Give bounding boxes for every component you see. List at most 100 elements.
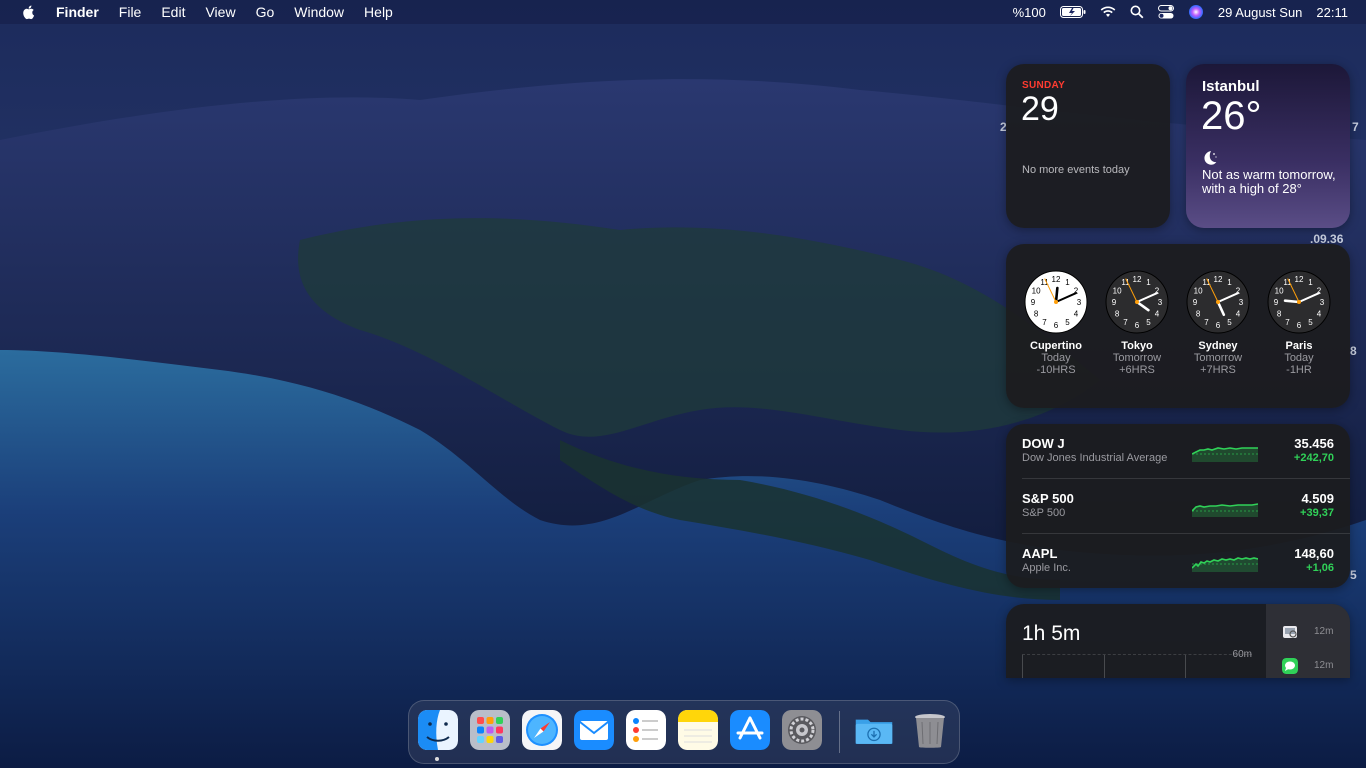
clock-numeral: 8 xyxy=(1277,310,1282,319)
calendar-events-text: No more events today xyxy=(1022,164,1130,176)
clock-numeral: 4 xyxy=(1236,310,1241,319)
clock-city: Paris xyxy=(1285,340,1313,352)
screen-time-widget[interactable]: 1h 5m 60m 12m 12m xyxy=(1006,604,1350,678)
safari-icon[interactable] xyxy=(522,710,562,750)
clock-face-icon: 1234567891011 12 xyxy=(1024,270,1088,334)
stock-sparkline xyxy=(1192,557,1258,572)
clock-face-icon: 1234567891011 12 xyxy=(1105,270,1169,334)
menubar-time[interactable]: 22:11 xyxy=(1316,5,1348,20)
clock-numeral: 4 xyxy=(1155,310,1160,319)
clock-hour-hand xyxy=(1054,286,1059,304)
app-store-icon[interactable] xyxy=(730,710,770,750)
menu-view[interactable]: View xyxy=(205,4,235,20)
stock-name: Dow Jones Industrial Average xyxy=(1022,452,1168,464)
clock-face-icon: 1234567891011 12 xyxy=(1267,270,1331,334)
running-indicator xyxy=(435,757,439,761)
stock-row[interactable]: AAPL Apple Inc. 148,60 +1,06 xyxy=(1006,534,1350,588)
clock-numeral: 9 xyxy=(1274,298,1279,307)
clock-numeral: 1 xyxy=(1227,278,1232,287)
wifi-icon[interactable] xyxy=(1100,6,1116,18)
chart-gridline xyxy=(1185,655,1186,678)
clock-numeral: 5 xyxy=(1065,318,1070,327)
launchpad-icon[interactable] xyxy=(470,710,510,750)
trash-icon[interactable] xyxy=(910,710,950,750)
clock-numeral: 1 xyxy=(1146,278,1151,287)
clock-numeral: 6 xyxy=(1297,321,1302,330)
stock-sparkline xyxy=(1192,447,1258,462)
menubar-date[interactable]: 29 August Sun xyxy=(1218,5,1303,20)
clock-numeral: 7 xyxy=(1204,318,1209,327)
clock-numeral: 1 xyxy=(1065,278,1070,287)
menu-go[interactable]: Go xyxy=(256,4,275,20)
battery-percent[interactable]: %100 xyxy=(1013,5,1046,20)
hidden-widget-edge-text: 5 xyxy=(1350,568,1357,582)
finder-icon[interactable] xyxy=(418,710,458,750)
clock-day: Today xyxy=(1284,352,1314,364)
clock-numeral: 9 xyxy=(1112,298,1117,307)
system-preferences-icon[interactable] xyxy=(782,710,822,750)
calendar-date: 29 xyxy=(1021,90,1059,128)
screen-time-app-row: 12m xyxy=(1282,658,1350,674)
stock-row[interactable]: DOW J Dow Jones Industrial Average 35.45… xyxy=(1006,424,1350,478)
stock-name: S&P 500 xyxy=(1022,507,1066,519)
notes-icon[interactable] xyxy=(678,710,718,750)
clock-center xyxy=(1297,300,1301,304)
spotlight-search-icon[interactable] xyxy=(1130,5,1144,19)
menu-file[interactable]: File xyxy=(119,4,142,20)
apple-menu-icon[interactable] xyxy=(20,3,38,21)
clock-numeral: 6 xyxy=(1135,321,1140,330)
chart-axis-label: 60m xyxy=(1232,649,1252,660)
menu-finder[interactable]: Finder xyxy=(56,4,99,20)
clock-center xyxy=(1054,300,1058,304)
clock-numeral: 8 xyxy=(1115,310,1120,319)
siri-icon[interactable] xyxy=(1188,4,1204,20)
menu-bar: Finder File Edit View Go Window Help %10… xyxy=(0,0,1366,24)
clock-numeral: 6 xyxy=(1216,321,1221,330)
dock-separator xyxy=(839,711,840,753)
clock-numeral: 12 xyxy=(1133,275,1142,284)
battery-icon[interactable] xyxy=(1059,6,1086,18)
clock-numeral: 10 xyxy=(1113,287,1122,296)
clock-numeral: 7 xyxy=(1285,318,1290,327)
dock xyxy=(408,700,960,764)
weather-widget[interactable]: Istanbul 26° Not as warm tomorrow, with … xyxy=(1186,64,1350,228)
stock-price: 4.509 xyxy=(1301,491,1334,506)
world-clock-widget[interactable]: 1 2 3 4 5 6 7 8 9 10 11 12 Cupertino Today -10HRS 1… xyxy=(1006,244,1350,408)
stock-change: +1,06 xyxy=(1306,562,1334,574)
control-center-icon[interactable] xyxy=(1157,5,1174,19)
clock-numeral: 6 xyxy=(1054,321,1059,330)
screen-time-chart: 60m xyxy=(1022,649,1252,678)
stock-price: 35.456 xyxy=(1294,436,1334,451)
menu-help[interactable]: Help xyxy=(364,4,393,20)
stock-row[interactable]: S&P 500 S&P 500 4.509 +39,37 xyxy=(1006,479,1350,533)
stock-name: Apple Inc. xyxy=(1022,562,1071,574)
reminders-icon[interactable] xyxy=(626,710,666,750)
clock-numeral: 10 xyxy=(1032,287,1041,296)
clock-offset: +7HRS xyxy=(1200,364,1236,376)
moon-icon xyxy=(1204,151,1217,165)
stock-change: +242,70 xyxy=(1293,452,1334,464)
stock-symbol: S&P 500 xyxy=(1022,491,1074,506)
mail-icon[interactable] xyxy=(574,710,614,750)
chart-gridline xyxy=(1022,655,1023,678)
hidden-widget-edge-text: 8 xyxy=(1350,344,1357,358)
stocks-widget[interactable]: DOW J Dow Jones Industrial Average 35.45… xyxy=(1006,424,1350,588)
clock-numeral: 5 xyxy=(1308,318,1313,327)
clock-sydney: 1 2 3 4 5 6 7 8 9 10 11 12 Sydney Tomorrow +7HRS xyxy=(1178,270,1258,376)
screen-time-app-row: 12m xyxy=(1282,624,1350,640)
downloads-folder-icon[interactable] xyxy=(854,710,894,750)
clock-day: Tomorrow xyxy=(1193,352,1243,364)
clock-numeral: 12 xyxy=(1295,275,1304,284)
clock-numeral: 9 xyxy=(1193,298,1198,307)
clock-numeral: 4 xyxy=(1317,310,1322,319)
menu-window[interactable]: Window xyxy=(294,4,344,20)
weather-forecast: Not as warm tomorrow, with a high of 28° xyxy=(1202,167,1336,196)
clock-city: Cupertino xyxy=(1030,340,1082,352)
calendar-widget[interactable]: SUNDAY 29 No more events today xyxy=(1006,64,1170,228)
clock-offset: -10HRS xyxy=(1036,364,1076,376)
clock-numeral: 5 xyxy=(1227,318,1232,327)
clock-city: Sydney xyxy=(1198,340,1238,352)
menu-edit[interactable]: Edit xyxy=(161,4,185,20)
stock-symbol: AAPL xyxy=(1022,546,1058,561)
clock-numeral: 9 xyxy=(1031,298,1036,307)
